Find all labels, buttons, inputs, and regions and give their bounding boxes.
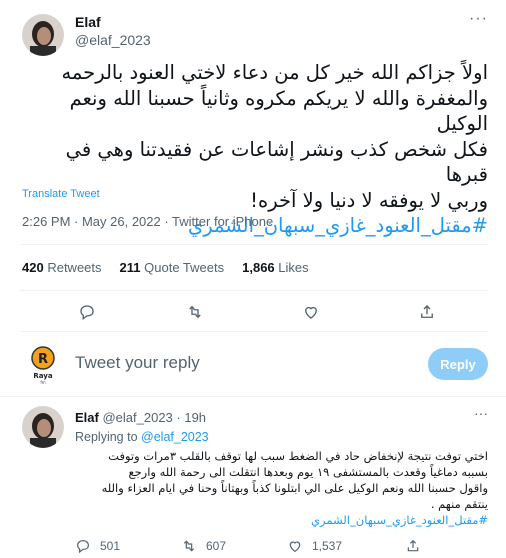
- reply-reply-button[interactable]: 501: [75, 538, 120, 554]
- like-count: 1,537: [312, 539, 343, 553]
- divider: [20, 244, 488, 245]
- retweet-icon: [183, 540, 195, 552]
- more-options-icon[interactable]: ···: [469, 10, 488, 28]
- like-icon: [305, 306, 317, 319]
- engagement-stats: 420 Retweets 211 Quote Tweets 1,866 Like…: [22, 260, 327, 275]
- reply-text-line: ينتقم منهم .: [430, 497, 488, 511]
- reply-text: اختي توفت نتيجة لإنخفاض حاد في الضغط سبب…: [75, 448, 488, 528]
- likes-stat[interactable]: 1,866 Likes: [242, 260, 309, 275]
- reply-author-line: Elaf @elaf_2023 · 19h: [75, 410, 206, 425]
- quote-tweets-label: Quote Tweets: [144, 260, 225, 275]
- replying-to: Replying to @elaf_2023: [75, 430, 209, 444]
- author-handle[interactable]: @elaf_2023: [75, 32, 151, 48]
- reply-author-name[interactable]: Elaf: [75, 410, 99, 425]
- reply-text-line: بسببه دماغياً وقعدت بالمستشفى ١٩ يوم وبع…: [128, 465, 488, 479]
- reply-author-handle[interactable]: @elaf_2023: [102, 410, 172, 425]
- likes-count: 1,866: [242, 260, 275, 275]
- tweet-text-line: والمغفرة والله لا يريكم مكروه وثانياً حس…: [69, 86, 488, 136]
- reply-author-avatar[interactable]: [22, 406, 64, 448]
- reply-icon: [77, 540, 89, 554]
- like-button[interactable]: [302, 303, 320, 321]
- my-avatar[interactable]: R Raya fm: [22, 342, 64, 384]
- reply-like-button[interactable]: 1,537: [287, 538, 342, 554]
- svg-text:R: R: [38, 352, 48, 367]
- retweet-icon: [189, 305, 201, 319]
- quote-tweets-count: 211: [119, 260, 141, 275]
- tweet-text-line: فكل شخص كذب ونشر إشاعات عن فقيدتنا وهي ف…: [65, 137, 488, 187]
- reply-hashtag-link[interactable]: #مقتل_العنود_غازي_سبهان_الشمري: [75, 512, 488, 528]
- reply-text-line: واقول حسبنا الله ونعم الوكيل على الي ابت…: [101, 481, 488, 495]
- divider: [20, 331, 488, 332]
- share-icon: [407, 539, 419, 552]
- reply-more-options-icon[interactable]: ···: [474, 405, 488, 421]
- share-icon: [421, 305, 433, 318]
- tweet-timestamp[interactable]: 2:26 PM · May 26, 2022 · Twitter for iPh…: [22, 214, 273, 229]
- translate-tweet-link[interactable]: Translate Tweet: [22, 188, 100, 200]
- svg-text:fm: fm: [40, 380, 45, 384]
- reply-count: 501: [100, 539, 121, 553]
- like-icon: [289, 541, 301, 553]
- svg-text:Raya: Raya: [33, 372, 52, 380]
- share-button[interactable]: [418, 303, 436, 321]
- replying-to-prefix: Replying to: [75, 430, 138, 444]
- retweets-stat[interactable]: 420 Retweets: [22, 260, 102, 275]
- reply-input[interactable]: Tweet your reply: [75, 353, 200, 373]
- replying-to-handle[interactable]: @elaf_2023: [141, 430, 209, 444]
- reply-submit-button[interactable]: Reply: [428, 348, 488, 380]
- divider: [0, 396, 506, 397]
- quote-tweets-stat[interactable]: 211 Quote Tweets: [120, 260, 225, 275]
- reply-button[interactable]: [78, 303, 96, 321]
- retweets-label: Retweets: [47, 260, 102, 275]
- author-avatar[interactable]: [22, 14, 64, 56]
- retweet-button[interactable]: [186, 303, 204, 321]
- reply-icon: [80, 305, 94, 321]
- reply-time[interactable]: · 19h: [176, 410, 206, 425]
- divider: [20, 290, 488, 291]
- tweet-text: اولاً جزاكم الله خير كل من دعاء لاختي ال…: [20, 60, 488, 239]
- author-name[interactable]: Elaf: [75, 14, 101, 30]
- likes-label: Likes: [278, 260, 309, 275]
- retweet-count: 607: [206, 539, 227, 553]
- reply-text-line: اختي توفت نتيجة لإنخفاض حاد في الضغط سبب…: [108, 449, 488, 463]
- tweet-text-line: اولاً جزاكم الله خير كل من دعاء لاختي ال…: [61, 61, 488, 84]
- reply-share-button[interactable]: [405, 538, 421, 554]
- retweets-count: 420: [22, 260, 44, 275]
- reply-retweet-button[interactable]: 607: [181, 538, 226, 554]
